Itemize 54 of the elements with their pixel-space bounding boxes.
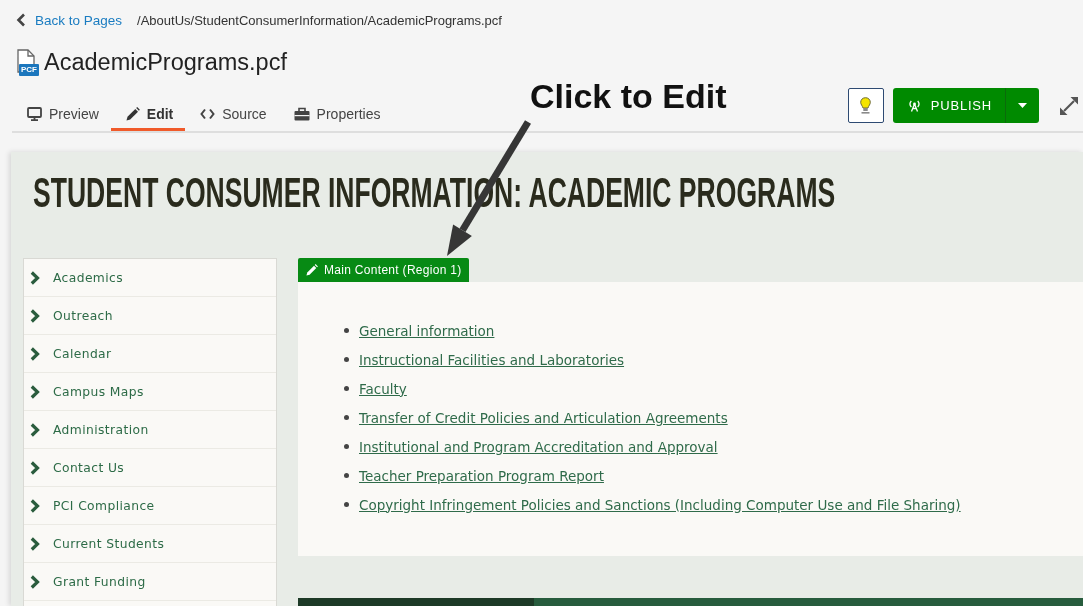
bullet-icon: [344, 502, 349, 507]
broadcast-icon: [907, 99, 921, 112]
content-link[interactable]: Copyright Infringement Policies and Sanctions (Including Computer Use and File Sharing): [359, 496, 961, 513]
content-link[interactable]: Instructional Facilities and Laboratories: [359, 351, 625, 368]
chevron-right-icon: [30, 270, 40, 285]
tab[interactable]: Edit: [110, 96, 186, 131]
code-icon: [200, 108, 216, 120]
content-link[interactable]: Teacher Preparation Program Report: [359, 467, 604, 484]
chevron-right-icon: [30, 498, 40, 513]
sidebar-link[interactable]: Calendar: [24, 335, 276, 373]
sidebar-link[interactable]: Academics: [24, 259, 276, 297]
annotation-label: Click to Edit: [530, 79, 727, 113]
chevron-right-icon: [30, 384, 40, 399]
toolbox-icon: [293, 107, 310, 121]
content-link[interactable]: General information: [359, 322, 495, 339]
bullet-icon: [344, 386, 349, 391]
sidebar-link[interactable]: Campus Maps: [24, 373, 276, 411]
content-link[interactable]: Faculty: [359, 380, 407, 397]
file-title: AcademicPrograms.pcf: [44, 48, 287, 76]
bullet-icon: [344, 328, 349, 333]
sidebar-link[interactable]: Outreach: [24, 297, 276, 335]
back-link[interactable]: Back to Pages: [16, 12, 123, 28]
sidebar-link[interactable]: Contact Us: [24, 449, 276, 487]
pencil-icon: [125, 107, 140, 121]
tab[interactable]: Source: [185, 96, 279, 131]
bullet-icon: [344, 444, 349, 449]
edit-region-button[interactable]: Main Content (Region 1): [298, 258, 469, 282]
bullet-icon: [344, 415, 349, 420]
content-link[interactable]: Transfer of Credit Policies and Articulation Agreements: [359, 409, 728, 426]
content-link[interactable]: Institutional and Program Accreditation and Approval: [359, 438, 718, 455]
chevron-right-icon: [30, 460, 40, 475]
chevron-right-icon: [30, 574, 40, 589]
expand-icon[interactable]: [1060, 96, 1078, 115]
lightbulb-button[interactable]: [847, 88, 884, 123]
lightbulb-icon: [860, 97, 872, 114]
sidebar-link[interactable]: PCI Compliance: [24, 487, 276, 525]
chevron-right-icon: [30, 346, 40, 361]
chevron-right-icon: [30, 536, 40, 551]
pencil-icon: [306, 264, 318, 276]
tab[interactable]: Properties: [278, 96, 393, 131]
caret-down-icon: [1018, 103, 1027, 108]
chevron-left-icon: [16, 13, 26, 27]
sidebar-link[interactable]: Administration: [24, 411, 276, 449]
sidebar-link[interactable]: Grant Funding: [24, 563, 276, 601]
sidebar-link[interactable]: Current Students: [24, 525, 276, 563]
publish-button[interactable]: PUBLISH: [892, 88, 1005, 123]
dropdown-button[interactable]: [1005, 88, 1039, 123]
chevron-right-icon: [30, 308, 40, 323]
monitor-icon: [27, 107, 42, 121]
tab[interactable]: Preview: [12, 96, 111, 131]
file-path: /AboutUs/StudentConsumerInformation/AcademicPrograms.pcf: [137, 12, 502, 28]
bullet-icon: [344, 357, 349, 362]
bullet-icon: [344, 473, 349, 478]
chevron-right-icon: [30, 422, 40, 437]
